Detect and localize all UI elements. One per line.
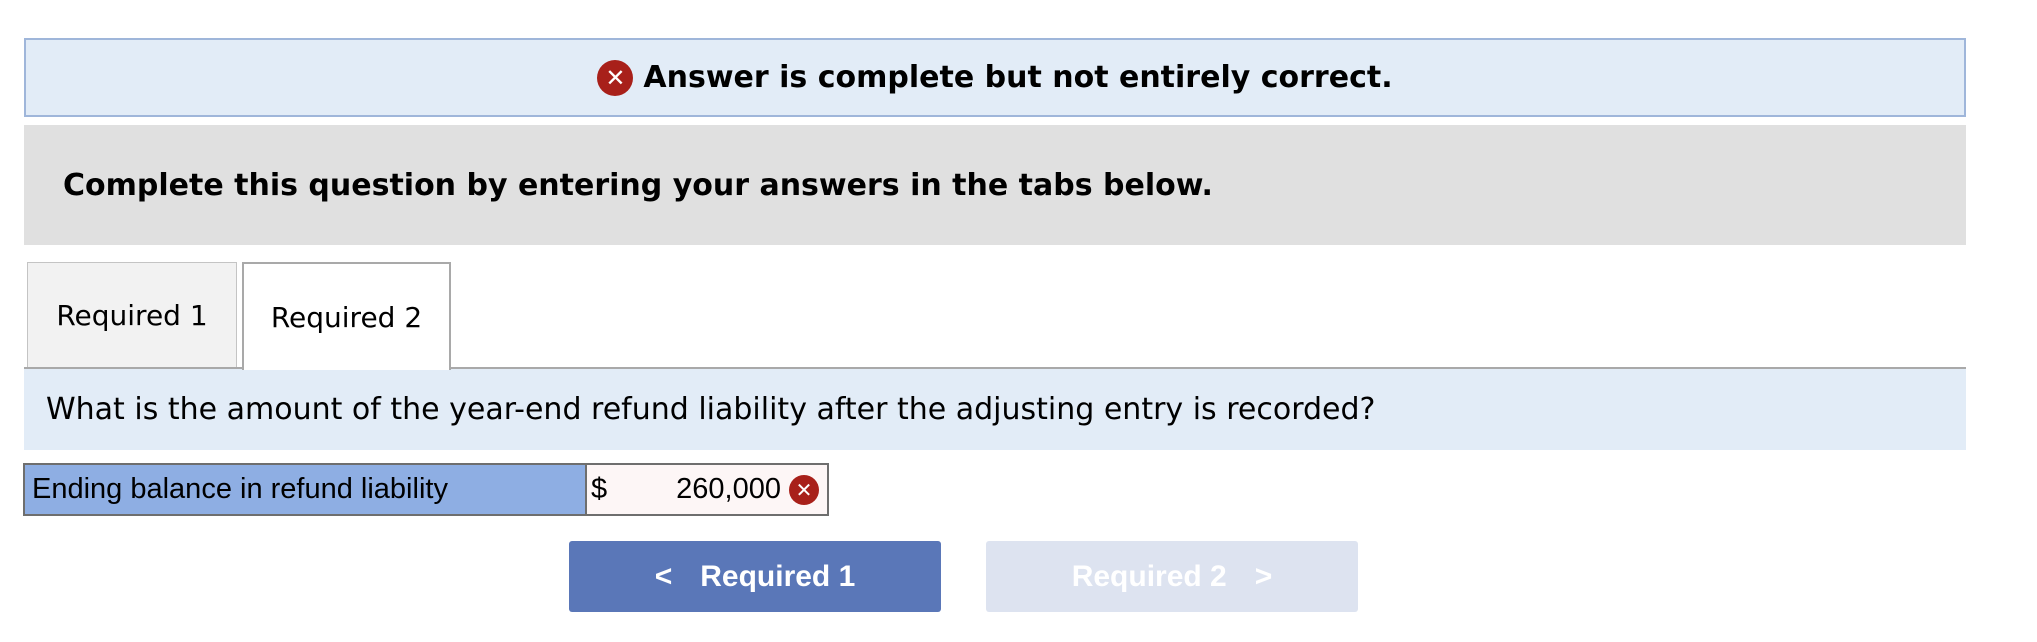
instructions-text: Complete this question by entering your … bbox=[63, 167, 1213, 203]
tab-required-2[interactable]: Required 2 bbox=[242, 262, 451, 370]
answer-label: Ending balance in refund liability bbox=[25, 465, 587, 514]
answer-row: Ending balance in refund liability $ 260… bbox=[23, 463, 829, 516]
error-x-icon: ✕ bbox=[789, 474, 819, 505]
tab-required-1[interactable]: Required 1 bbox=[27, 262, 237, 368]
result-banner: ✕ Answer is complete but not entirely co… bbox=[24, 38, 1966, 117]
result-message: Answer is complete but not entirely corr… bbox=[643, 60, 1393, 95]
question-panel: What is the amount of the year-end refun… bbox=[24, 369, 1966, 450]
instructions-panel: Complete this question by entering your … bbox=[24, 125, 1966, 245]
tab-label: Required 2 bbox=[270, 300, 423, 334]
prev-required-1-button[interactable]: < Required 1 bbox=[569, 541, 941, 612]
tab-label: Required 1 bbox=[56, 299, 208, 332]
question-text: What is the amount of the year-end refun… bbox=[46, 392, 1376, 427]
answer-input[interactable]: $ 260,000 ✕ bbox=[587, 465, 827, 514]
chevron-right-icon: > bbox=[1254, 559, 1273, 593]
next-button-label: Required 2 bbox=[1071, 559, 1227, 593]
prev-button-label: Required 1 bbox=[700, 559, 856, 593]
currency-symbol: $ bbox=[591, 473, 608, 505]
next-required-2-button: Required 2 > bbox=[986, 541, 1358, 612]
answer-value[interactable]: 260,000 bbox=[621, 473, 789, 506]
chevron-left-icon: < bbox=[654, 559, 673, 593]
error-x-icon: ✕ bbox=[597, 59, 634, 96]
